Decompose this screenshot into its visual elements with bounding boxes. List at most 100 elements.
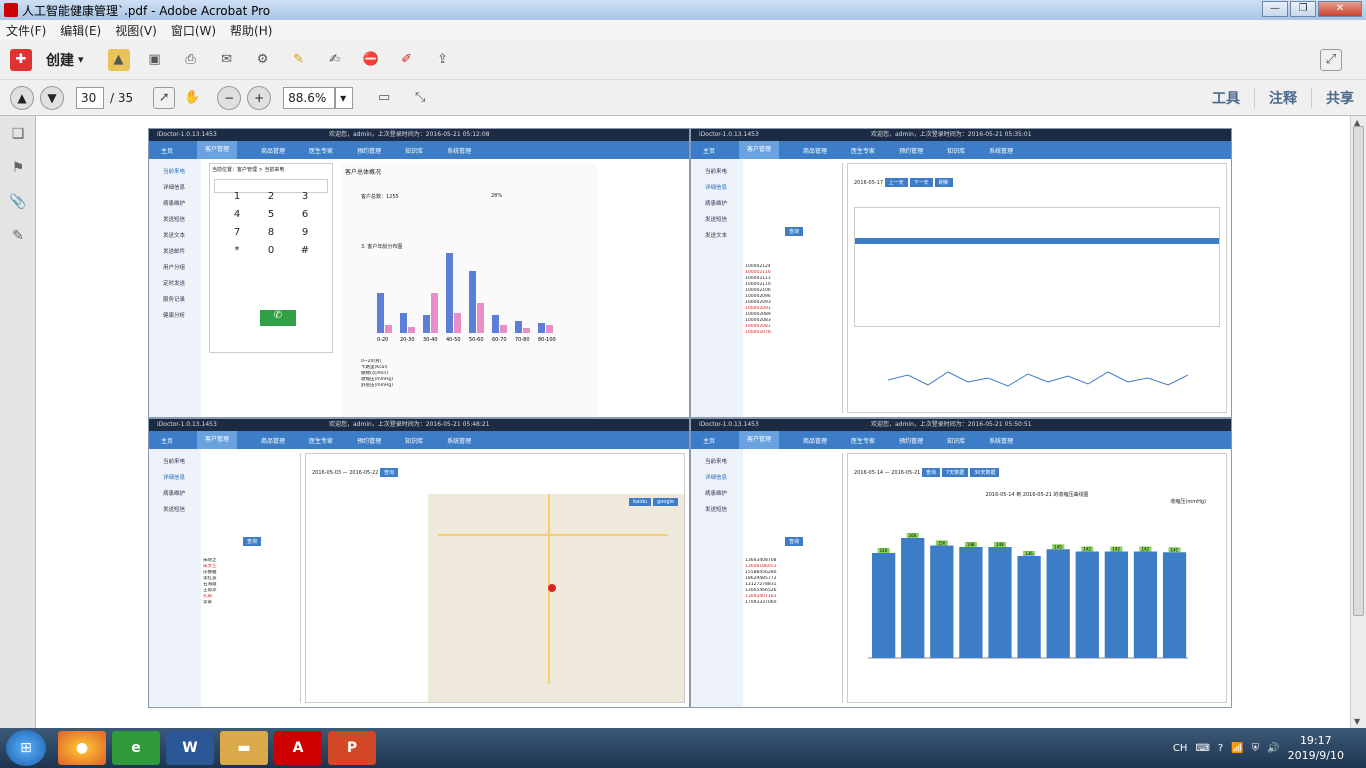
age-bar bbox=[469, 271, 476, 333]
bp-bar bbox=[901, 538, 925, 658]
bp-bar bbox=[1133, 551, 1158, 658]
page-number-input[interactable]: 30 bbox=[76, 86, 104, 109]
age-bar bbox=[492, 315, 499, 333]
signature-icon[interactable]: ✎ bbox=[8, 228, 28, 248]
document-page: iDoctor-1.0.13.1453 欢迎您，admin，上次登录时间为：201… bbox=[36, 116, 1350, 728]
tools-link[interactable]: 工具 bbox=[1198, 88, 1240, 108]
shield-icon[interactable]: ⛨ bbox=[1252, 743, 1260, 754]
bp-data-label: 150 bbox=[938, 541, 946, 546]
fullscreen-icon[interactable]: ⤢ bbox=[1320, 48, 1342, 71]
start-button[interactable]: ⊞ bbox=[6, 730, 46, 766]
app-nav: 主页 客户管理 商品管理 医生专家 预约管理 知识库 系统管理 bbox=[149, 431, 689, 449]
menu-bar: 文件(F) 编辑(E) 视图(V) 窗口(W) 帮助(H) bbox=[0, 20, 1366, 40]
zoom-dropdown-icon[interactable]: ▾ bbox=[335, 86, 354, 109]
menu-help[interactable]: 帮助(H) bbox=[230, 22, 272, 39]
bookmark-icon[interactable]: ⚑ bbox=[8, 160, 28, 180]
language-indicator[interactable]: CH bbox=[1173, 743, 1188, 754]
keyboard-icon[interactable]: ⌨ bbox=[1195, 743, 1209, 754]
taskbar-word-icon[interactable]: W bbox=[166, 731, 214, 765]
age-bar bbox=[454, 313, 461, 333]
edit-pdf-icon[interactable]: ✐ bbox=[396, 49, 418, 71]
age-bar bbox=[385, 325, 392, 333]
menu-window[interactable]: 窗口(W) bbox=[171, 22, 216, 39]
menu-edit[interactable]: 编辑(E) bbox=[60, 22, 101, 39]
page-fit-icon[interactable]: ▭ bbox=[373, 87, 395, 109]
map-view[interactable]: baidu google bbox=[428, 494, 684, 702]
comment-icon[interactable]: ✎ bbox=[288, 49, 310, 71]
location-pin-icon[interactable] bbox=[548, 584, 556, 592]
age-tick-label: 30-40 bbox=[423, 337, 438, 343]
app-nav: 主页 客户管理 商品管理 医生专家 预约管理 知识库 系统管理 bbox=[149, 141, 689, 159]
bp-data-label: 148 bbox=[996, 542, 1004, 547]
age-bar bbox=[423, 315, 430, 333]
call-button[interactable]: ✆ bbox=[260, 310, 296, 326]
network-icon[interactable]: 📶 bbox=[1231, 743, 1243, 754]
bp-panel: 2016-05-14 — 2016-05-21 查询 7天数据 30天数据 2016… bbox=[847, 453, 1227, 703]
zoom-out-icon[interactable]: − bbox=[217, 85, 242, 110]
volume-icon[interactable]: 🔊 bbox=[1267, 743, 1279, 754]
sign-icon[interactable]: ✍ bbox=[324, 49, 346, 71]
export-icon[interactable]: ⇪ bbox=[432, 49, 454, 71]
create-dropdown-icon[interactable]: ▾ bbox=[78, 53, 84, 66]
menu-file[interactable]: 文件(F) bbox=[6, 22, 46, 39]
bp-bar bbox=[1075, 551, 1099, 658]
fit-width-icon[interactable]: ⤡ bbox=[409, 87, 431, 109]
taskbar-acrobat-icon[interactable]: A bbox=[274, 731, 322, 765]
bp-data-label: 142 bbox=[1083, 547, 1091, 552]
taskbar-powerpoint-icon[interactable]: P bbox=[328, 731, 376, 765]
help-icon[interactable]: ? bbox=[1218, 743, 1223, 754]
app-sidebar: 当前来电 详细信息 病患维护 发送短信 bbox=[691, 449, 743, 707]
taskbar-explorer-icon[interactable]: ▬ bbox=[220, 731, 268, 765]
share-link[interactable]: 共享 bbox=[1311, 88, 1354, 108]
taskbar-app-colorful-icon[interactable]: ● bbox=[58, 731, 106, 765]
bp-data-label: 148 bbox=[967, 542, 975, 547]
app-sidebar: 当前来电 详细信息 病患维护 发送短信 发送文本 bbox=[691, 159, 743, 417]
bp-data-label: 142 bbox=[1112, 547, 1120, 552]
create-button[interactable]: 创建 bbox=[46, 50, 74, 70]
select-tool-icon[interactable]: ➚ bbox=[153, 86, 176, 109]
pages-icon[interactable]: ❏ bbox=[8, 126, 28, 146]
overview-panel: 客户总体概况 客户总数：1255 28% 3. 客户年龄分布图 0-20 20-3… bbox=[341, 163, 597, 417]
bp-bar bbox=[1046, 549, 1070, 658]
hand-tool-icon[interactable]: ✋ bbox=[181, 87, 203, 109]
windows-taskbar: ⊞ ● e W ▬ A P CH ⌨ ? 📶 ⛨ 🔊 19:17 2019/9/… bbox=[0, 728, 1366, 768]
zoom-in-icon[interactable]: + bbox=[247, 85, 272, 110]
main-toolbar: ✚ 创建 ▾ ▲ ▣ ⎙ ✉ ⚙ ✎ ✍ ⛔ ✐ ⇪ ⤢ bbox=[0, 40, 1366, 80]
embedded-screenshot-map: iDoctor-1.0.13.1453 欢迎您，admin，上次登录时间为：201… bbox=[148, 418, 690, 708]
page-up-icon[interactable]: ▲ bbox=[10, 85, 34, 110]
email-icon[interactable]: ✉ bbox=[216, 49, 238, 71]
history-panel: 2016-05-17 上一天 下一天 刷新 bbox=[847, 163, 1227, 413]
age-tick-label: 40-50 bbox=[446, 337, 461, 343]
app-nav: 主页 客户管理 商品管理 医生专家 预约管理 知识库 系统管理 bbox=[691, 431, 1231, 449]
comment-link[interactable]: 注释 bbox=[1254, 88, 1297, 108]
settings-icon[interactable]: ⚙ bbox=[252, 49, 274, 71]
maximize-button[interactable]: ❐ bbox=[1290, 1, 1316, 17]
navigation-pane: ❏ ⚑ 📎 ✎ bbox=[0, 116, 36, 728]
minimize-button[interactable]: — bbox=[1262, 1, 1288, 17]
taskbar-browser-icon[interactable]: e bbox=[112, 731, 160, 765]
customer-list: 查询 13643408708 13606186051 15588456280 1862… bbox=[745, 453, 843, 703]
page-down-icon[interactable]: ▼ bbox=[40, 85, 64, 110]
dialpad-panel: 当前位置：客户管理 > 当前来电 123 456 789 * 0 # ✆ bbox=[209, 163, 333, 353]
secure-icon[interactable]: ⛔ bbox=[360, 49, 382, 71]
clock[interactable]: 19:17 2019/9/10 bbox=[1288, 733, 1344, 763]
embedded-screenshot-incoming-call: iDoctor-1.0.13.1453 欢迎您，admin，上次登录时间为：201… bbox=[148, 128, 690, 418]
zoom-input[interactable]: 88.6% bbox=[283, 86, 336, 109]
stats-table: 0~20(男) 卡路里(Kcal) 脉搏(次/min) 收缩压(mmHg) 舒张… bbox=[361, 359, 394, 388]
close-button[interactable]: ✕ bbox=[1318, 1, 1362, 17]
open-folder-icon[interactable]: ▲ bbox=[107, 48, 130, 71]
create-icon[interactable]: ✚ bbox=[10, 48, 32, 71]
attachment-icon[interactable]: 📎 bbox=[8, 194, 28, 214]
age-bar bbox=[500, 325, 507, 333]
title-bar: 人工智能健康管理`.pdf - Adobe Acrobat Pro — ❐ ✕ bbox=[0, 0, 1366, 20]
menu-view[interactable]: 视图(V) bbox=[115, 22, 157, 39]
app-header: iDoctor-1.0.13.1453 欢迎您，admin，上次登录时间为：201… bbox=[691, 419, 1231, 431]
age-bar bbox=[523, 328, 530, 333]
app-header: iDoctor-1.0.13.1453 欢迎您，admin，上次登录时间为：201… bbox=[149, 419, 689, 431]
navigation-toolbar: ▲ ▼ 30 / 35 ➚ ✋ − + 88.6% ▾ ▭ ⤡ 工具 注释 共享 bbox=[0, 80, 1366, 116]
vertical-scrollbar[interactable]: ▲ ▼ bbox=[1350, 116, 1366, 728]
age-bar bbox=[431, 293, 438, 333]
save-icon[interactable]: ▣ bbox=[144, 49, 166, 71]
age-bar bbox=[477, 303, 484, 333]
print-icon[interactable]: ⎙ bbox=[180, 49, 202, 71]
